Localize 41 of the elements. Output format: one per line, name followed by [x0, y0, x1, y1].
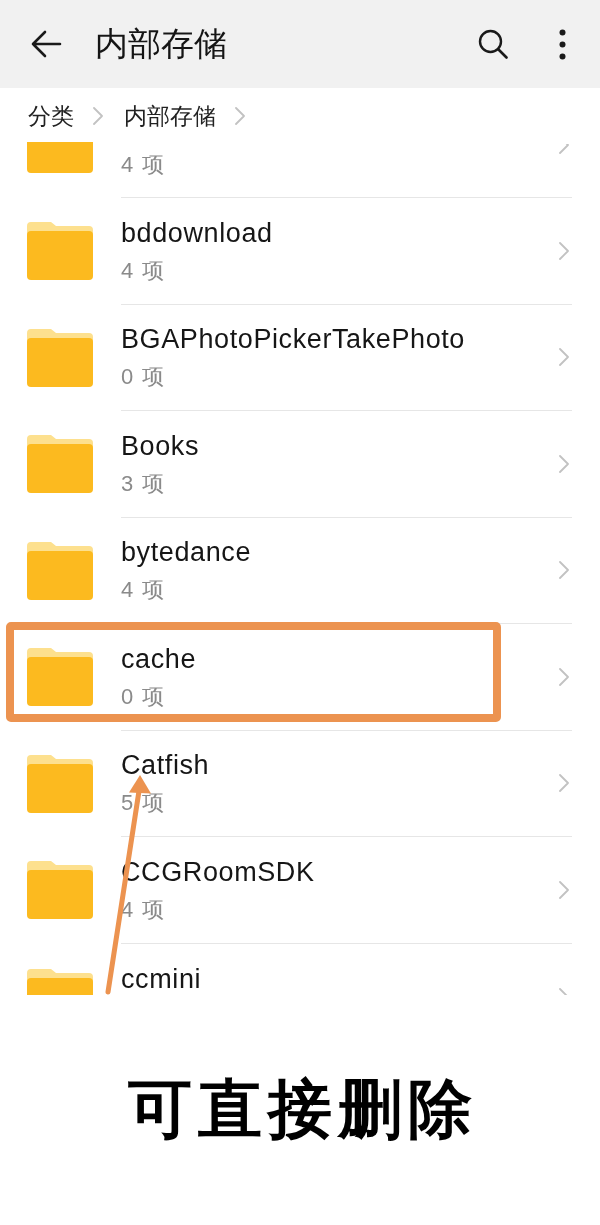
folder-icon	[27, 222, 93, 281]
chevron-icon	[559, 348, 569, 367]
folder-name[interactable]: BGAPhotoPickerTakePhoto	[121, 324, 559, 356]
folder-name[interactable]: cache	[121, 643, 559, 675]
folder-icon	[27, 541, 93, 600]
item-count: 4 项	[121, 577, 166, 604]
more-icon[interactable]	[559, 28, 566, 60]
chevron-icon	[559, 880, 569, 899]
item-count: 0 项	[121, 364, 166, 391]
folder-name[interactable]: bytedance	[121, 537, 559, 569]
item-count: 4 项	[121, 257, 166, 284]
chevron-icon	[559, 144, 569, 154]
chevron-icon	[559, 987, 569, 995]
back-icon[interactable]	[30, 30, 62, 58]
folder-icon	[27, 328, 93, 387]
search-icon[interactable]	[478, 29, 508, 59]
breadcrumb-link[interactable]: 内部存储	[124, 102, 216, 130]
folder-icon	[27, 754, 93, 813]
item-count: 5 项	[121, 790, 166, 817]
chevron-icon	[93, 107, 103, 125]
chevron-icon	[235, 107, 245, 125]
screen-title: 内部存储	[95, 24, 227, 64]
folder-name[interactable]: ccmini	[121, 963, 559, 995]
folder-icon	[27, 861, 93, 920]
folder-icon	[27, 142, 93, 173]
folder-icon	[27, 435, 93, 494]
breadcrumb-link[interactable]: 分类	[28, 102, 74, 130]
chevron-icon	[559, 774, 569, 793]
chevron-icon	[559, 561, 569, 580]
folder-name[interactable]: Catfish	[121, 750, 559, 782]
folder-icon	[27, 648, 93, 707]
folder-name[interactable]: Books	[121, 430, 559, 462]
item-count: 0 项	[121, 683, 166, 710]
folder-name[interactable]: bddownload	[121, 217, 559, 249]
item-count: 4 项	[121, 152, 166, 178]
chevron-icon	[559, 241, 569, 260]
chevron-icon	[559, 667, 569, 686]
caption-text: 可直接删除	[127, 1072, 478, 1147]
folder-icon	[27, 968, 93, 995]
item-count: 3 项	[121, 470, 166, 497]
chevron-icon	[559, 454, 569, 473]
